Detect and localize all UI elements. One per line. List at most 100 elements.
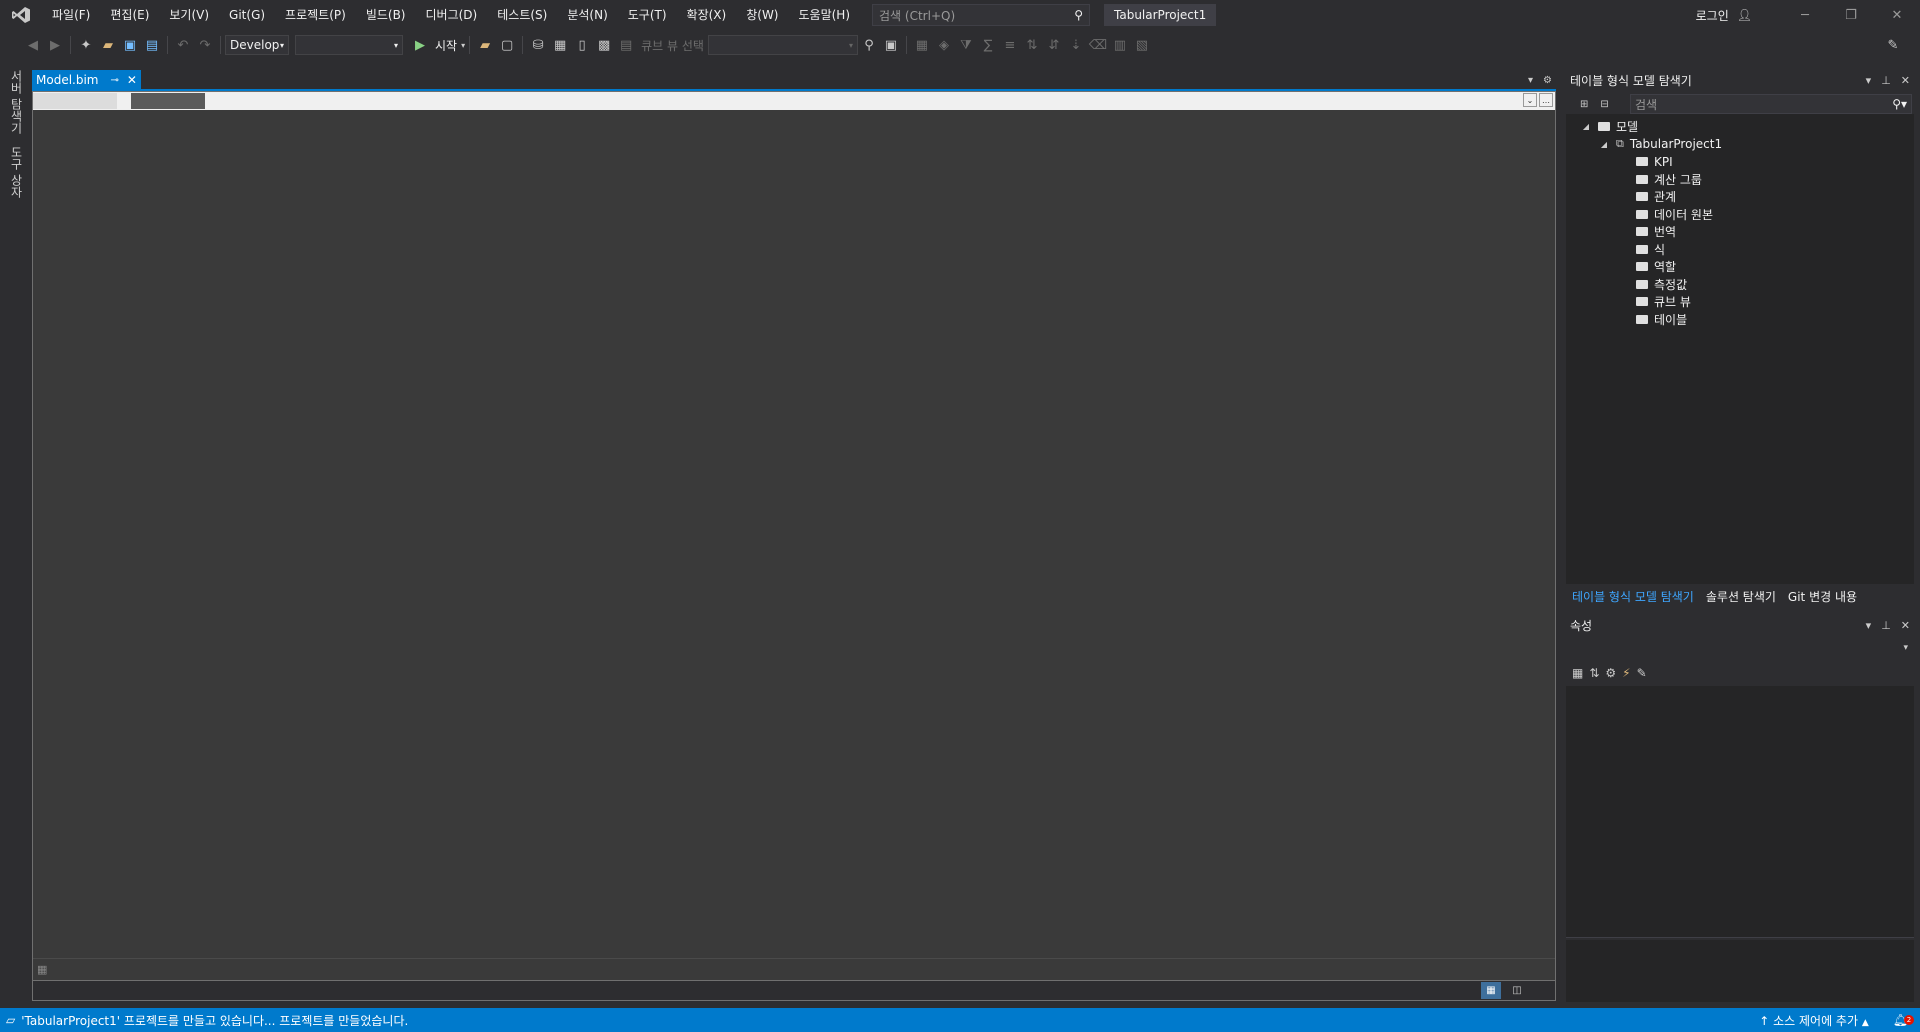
tab-git-changes[interactable]: Git 변경 내용 (1782, 588, 1863, 605)
alphabetical-icon[interactable]: ⇅ (1589, 666, 1599, 680)
tab-list-dropdown-icon[interactable]: ▾ (1528, 75, 1533, 86)
menu-help[interactable]: 도움말(H) (789, 0, 861, 30)
sort-asc-icon[interactable]: ⇅ (1021, 34, 1043, 56)
expand-all-icon[interactable]: ⊞ (1580, 99, 1588, 110)
menu-project[interactable]: 프로젝트(P) (275, 0, 356, 30)
tree-node-roles[interactable]: 역할 (1566, 258, 1914, 276)
tab-settings-gear-icon[interactable]: ⚙ (1543, 75, 1552, 86)
feedback-icon[interactable]: ✎ (1882, 34, 1904, 56)
filter-icon[interactable]: ⧩ (955, 34, 977, 56)
menu-file[interactable]: 파일(F) (42, 0, 100, 30)
tree-node-translations[interactable]: 번역 (1566, 223, 1914, 241)
diagram-icon[interactable]: ◈ (933, 34, 955, 56)
tree-node-project[interactable]: ◢ ⧉ TabularProject1 (1566, 136, 1914, 154)
tree-node-data-sources[interactable]: 데이터 원본 (1566, 206, 1914, 224)
measure-select[interactable] (33, 93, 117, 109)
panel-pin-icon[interactable]: ⊥ (1881, 74, 1891, 87)
menu-analyze[interactable]: 분석(N) (557, 0, 617, 30)
tree-node-kpi[interactable]: KPI (1566, 153, 1914, 171)
formula-input[interactable] (131, 93, 205, 109)
column-icon[interactable]: ▯ (571, 34, 593, 56)
pin-tab-icon[interactable]: ⊸ (110, 75, 118, 86)
properties-object-select[interactable]: ▾ (1566, 638, 1914, 658)
tree-node-tables[interactable]: 테이블 (1566, 311, 1914, 329)
events-icon[interactable]: ⚡ (1622, 666, 1630, 680)
sum-icon[interactable]: ∑ (977, 34, 999, 56)
menu-view[interactable]: 보기(V) (159, 0, 219, 30)
process-icon[interactable]: ▩ (593, 34, 615, 56)
table-properties-icon[interactable]: ▦ (549, 34, 571, 56)
tab-tabular-explorer[interactable]: 테이블 형식 모델 탐색기 (1566, 588, 1700, 605)
tree-node-expressions[interactable]: 식 (1566, 241, 1914, 259)
explorer-search-input[interactable]: 검색 ⚲▾ (1630, 94, 1912, 114)
undo-icon[interactable]: ↶ (172, 34, 194, 56)
screen-capture-icon[interactable]: ▢ (496, 34, 518, 56)
global-search-input[interactable]: 검색 (Ctrl+Q) ⚲ (872, 4, 1091, 26)
tab-solution-explorer[interactable]: 솔루션 탐색기 (1700, 588, 1782, 605)
grid-view-button[interactable]: ▦ (1481, 982, 1501, 999)
collapse-arrow-icon[interactable]: ◢ (1580, 122, 1592, 131)
menu-edit[interactable]: 편집(E) (100, 0, 159, 30)
tree-node-model[interactable]: ◢ 모델 (1566, 118, 1914, 136)
save-all-icon[interactable]: ▤ (141, 34, 163, 56)
start-dropdown-icon[interactable]: ▾ (461, 41, 465, 50)
menu-extensions[interactable]: 확장(X) (677, 0, 737, 30)
properties-icon[interactable]: ⚙ (1605, 666, 1616, 680)
find-icon[interactable]: ⚲ (858, 34, 880, 56)
categorized-icon[interactable]: ▦ (1572, 666, 1583, 680)
diagram-view-button[interactable]: ◫ (1507, 982, 1527, 999)
minimize-button[interactable]: ─ (1782, 0, 1828, 30)
redo-icon[interactable]: ↷ (194, 34, 216, 56)
formula-more-icon[interactable]: … (1539, 93, 1553, 107)
panel-close-icon[interactable]: ✕ (1901, 619, 1910, 632)
menu-tools[interactable]: 도구(T) (618, 0, 677, 30)
login-link[interactable]: 로그인 (1696, 7, 1729, 24)
close-tab-icon[interactable]: ✕ (127, 73, 137, 87)
source-control-button[interactable]: ↑ 소스 제어에 추가 ▲ (1759, 1012, 1869, 1029)
account-icon[interactable]: 👤︎ (1737, 8, 1752, 22)
restore-button[interactable]: ❐ (1828, 0, 1874, 30)
browse-folder-icon[interactable]: ▰ (474, 34, 496, 56)
property-pages-icon[interactable]: ✎ (1637, 666, 1647, 680)
panel-dropdown-icon[interactable]: ▾ (1866, 619, 1872, 632)
database-icon[interactable]: ⛁ (527, 34, 549, 56)
panel-close-icon[interactable]: ✕ (1901, 74, 1910, 87)
panel-dropdown-icon[interactable]: ▾ (1866, 74, 1872, 87)
panel-pin-icon[interactable]: ⊥ (1881, 619, 1891, 632)
sort-desc-icon[interactable]: ⇵ (1043, 34, 1065, 56)
open-folder-icon[interactable]: ▰ (97, 34, 119, 56)
cube-icon[interactable]: ▤ (615, 34, 637, 56)
start-play-icon[interactable]: ▶ (409, 34, 431, 56)
document-tab-model-bim[interactable]: Model.bim ⊸ ✕ (32, 70, 141, 90)
collapse-arrow-icon[interactable]: ◢ (1598, 140, 1610, 149)
menu-debug[interactable]: 디버그(D) (416, 0, 488, 30)
notifications-button[interactable]: 🔔︎ 2 (1893, 1013, 1914, 1027)
tree-node-measures[interactable]: 측정값 (1566, 276, 1914, 294)
tree-node-relationships[interactable]: 관계 (1566, 188, 1914, 206)
menu-git[interactable]: Git(G) (219, 0, 275, 30)
forward-icon[interactable]: ▶ (44, 34, 66, 56)
menu-build[interactable]: 빌드(B) (356, 0, 416, 30)
grid-icon[interactable]: ▦ (911, 34, 933, 56)
menu-window[interactable]: 창(W) (736, 0, 788, 30)
align-icon[interactable]: ≡ (999, 34, 1021, 56)
expand-formula-icon[interactable]: ⌄ (1523, 93, 1537, 107)
start-button[interactable]: 시작 (435, 37, 457, 54)
sort-clear-icon[interactable]: ⇣ (1065, 34, 1087, 56)
platform-select[interactable]: ▾ (295, 35, 403, 55)
freeze-icon[interactable]: ▥ (1109, 34, 1131, 56)
collapse-all-icon[interactable]: ⊟ (1600, 99, 1608, 110)
menu-test[interactable]: 테스트(S) (487, 0, 557, 30)
clear-filter-icon[interactable]: ⌫ (1087, 34, 1109, 56)
server-explorer-tab[interactable]: 서버 탐색기 (8, 70, 25, 134)
explorer-search-icon[interactable]: ⚲▾ (1892, 97, 1907, 111)
tree-node-calculation-groups[interactable]: 계산 그룹 (1566, 171, 1914, 189)
close-window-button[interactable]: ✕ (1874, 0, 1920, 30)
configuration-select[interactable]: Develop ▾ (225, 35, 289, 55)
tree-node-perspectives[interactable]: 큐브 뷰 (1566, 293, 1914, 311)
save-icon[interactable]: ▣ (119, 34, 141, 56)
visual-studio-logo-icon[interactable] (0, 0, 42, 30)
toolbox-tab[interactable]: 도구 상자 (8, 146, 25, 198)
cube-view-select[interactable]: ▾ (707, 35, 858, 55)
new-project-icon[interactable]: ✦ (75, 34, 97, 56)
